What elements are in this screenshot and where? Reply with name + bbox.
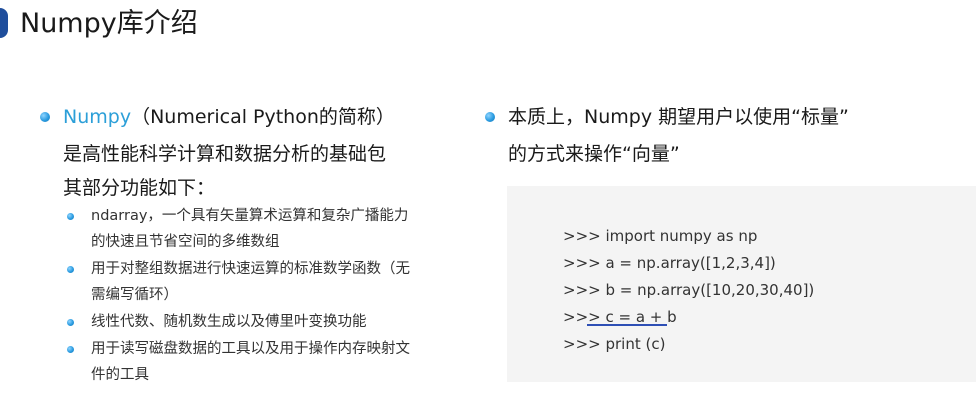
numpy-fullname-text: （Numerical Python的简称） (131, 106, 395, 128)
sub-bullet-dot-icon (67, 266, 74, 273)
code-line-3: >>> b = np.array([10,20,30,40]) (563, 281, 815, 299)
left-line-2: 是高性能科学计算和数据分析的基础包 (63, 143, 387, 165)
sub-item-3-line-1: 线性代数、随机数生成以及傅里叶变换功能 (91, 314, 367, 330)
code-line-2: >>> a = np.array([1,2,3,4]) (563, 254, 776, 272)
title-marker (0, 8, 8, 38)
sub-bullet-dot-icon (67, 319, 74, 326)
left-bullet-line: Numpy（Numerical Python的简称） (63, 105, 395, 129)
bullet-dot-icon (485, 112, 495, 122)
right-line-1: 本质上，Numpy 期望用户以使用“标量” (508, 106, 849, 128)
left-line-3: 其部分功能如下： (63, 177, 216, 199)
bullet-dot-icon (40, 112, 50, 122)
sub-item-1-line-1: ndarray，一个具有矢量算术运算和复杂广播能力 (91, 208, 409, 224)
slide: Numpy库介绍 Numpy（Numerical Python的简称） 是高性能… (0, 0, 976, 420)
code-line-5: >>> print (c) (563, 335, 666, 353)
page-title: Numpy库介绍 (20, 8, 198, 39)
sub-bullet-dot-icon (67, 213, 74, 220)
code-line-1: >>> import numpy as np (563, 227, 758, 245)
sub-item-2-line-1: 用于对整组数据进行快速运算的标准数学函数（无 (91, 261, 410, 277)
code-underline (587, 324, 667, 326)
sub-bullet-dot-icon (67, 346, 74, 353)
sub-item-1-line-2: 的快速且节省空间的多维数组 (91, 234, 280, 250)
sub-item-4-line-2: 件的工具 (91, 367, 149, 383)
numpy-accent-text: Numpy (63, 106, 132, 128)
right-line-2: 的方式来操作“向量” (508, 143, 680, 165)
sub-item-4-line-1: 用于读写磁盘数据的工具以及用于操作内存映射文 (91, 341, 410, 357)
sub-item-2-line-2: 需编写循环） (91, 287, 178, 303)
